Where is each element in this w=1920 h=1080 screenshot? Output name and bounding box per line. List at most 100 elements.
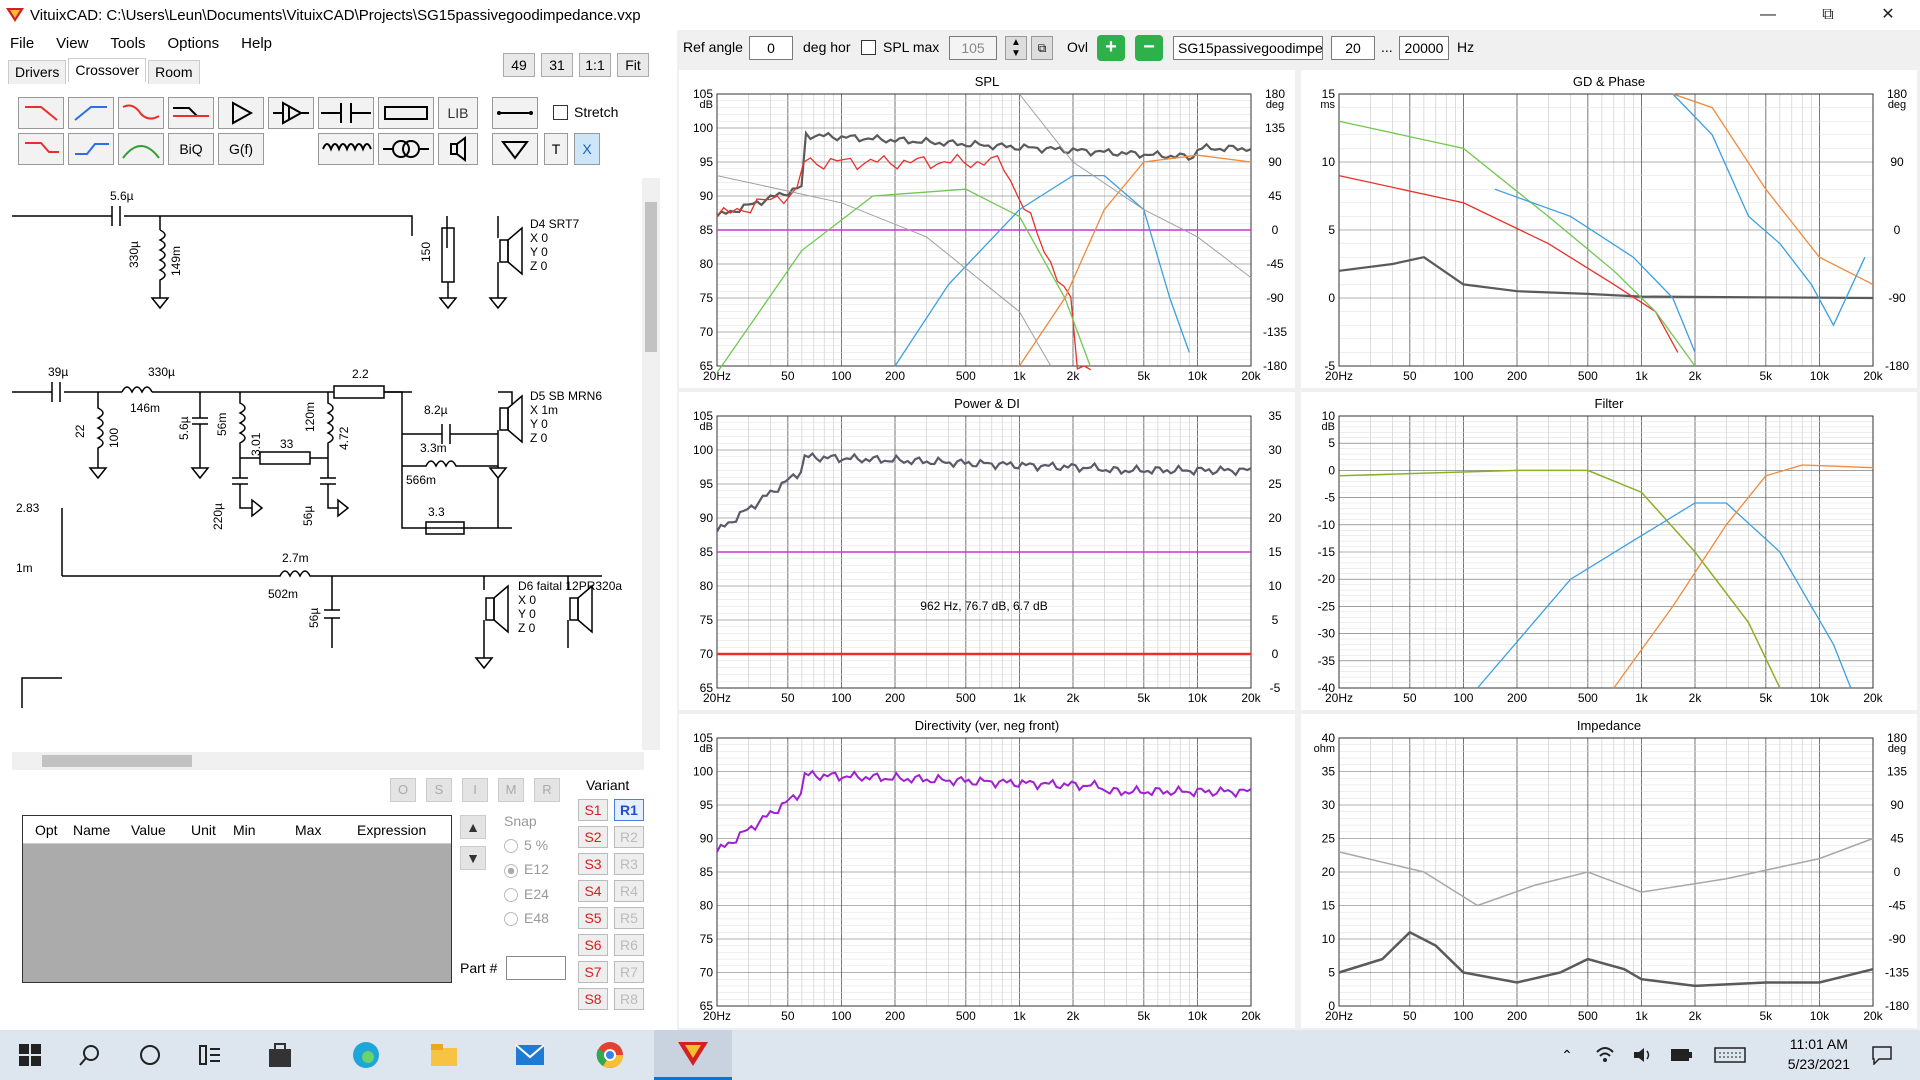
clock[interactable]: 11:01 AM 5/23/2021: [1788, 1034, 1850, 1074]
search-icon[interactable]: [62, 1030, 118, 1080]
directivity-chart[interactable]: Directivity (ver, neg front) 105 100 95 90 85…: [679, 714, 1295, 1028]
option-o-button[interactable]: O: [390, 778, 416, 802]
spl-fit-icon[interactable]: ⧉: [1031, 36, 1053, 60]
schematic-canvas[interactable]: 5.6µ 330µ 149m 150 D4 SRT7 X 0 Y 0 Z 0 3…: [12, 178, 644, 750]
stretch-checkbox-box[interactable]: [553, 104, 568, 120]
snap-5-radio[interactable]: 5 %: [504, 837, 549, 854]
spl-max-input[interactable]: 105: [949, 36, 997, 60]
freq-min-input[interactable]: 20: [1331, 36, 1375, 60]
variant-r7-button[interactable]: R7: [614, 961, 644, 983]
tab-room[interactable]: Room: [148, 60, 200, 84]
notifications-icon[interactable]: [1862, 1030, 1902, 1080]
notch-tool-button[interactable]: [118, 97, 164, 129]
wire-tool-button[interactable]: [492, 97, 538, 129]
snap-e24-radio[interactable]: E24: [504, 886, 549, 902]
schematic-horizontal-scrollbar[interactable]: [12, 752, 644, 770]
buffer-tool-button[interactable]: [218, 97, 264, 129]
spl-spin-icon[interactable]: ▲ ▼: [1005, 36, 1027, 60]
biq-button[interactable]: BiQ: [168, 133, 214, 165]
gd-plot[interactable]: GD & Phase15 18010 905 00 -90-5 -180ms deg20Hz…: [1301, 70, 1917, 388]
option-s-button[interactable]: S: [426, 778, 452, 802]
variant-s7-button[interactable]: S7: [578, 961, 608, 983]
zoom-1-1-button[interactable]: 1:1: [579, 53, 611, 77]
option-m-button[interactable]: M: [498, 778, 524, 802]
snap-e48-radio[interactable]: E48: [504, 910, 549, 927]
impedance-chart[interactable]: Impedance 40 180 35 135 30 90 25 45 20 0 15 -45 10 -90…: [1301, 714, 1917, 1028]
tab-crossover[interactable]: Crossover: [68, 58, 147, 82]
options-table[interactable]: Opt Name Value Unit Min Max Expression: [22, 815, 452, 983]
hscroll-thumb[interactable]: [42, 755, 192, 767]
variant-s4-button[interactable]: S4: [578, 880, 608, 902]
move-down-button[interactable]: ▼: [460, 846, 486, 870]
tray-chevron-icon[interactable]: ⌃: [1552, 1030, 1582, 1080]
menu-file[interactable]: File: [10, 35, 34, 52]
task-view-icon[interactable]: [182, 1030, 238, 1080]
variant-r8-button[interactable]: R8: [614, 988, 644, 1010]
option-r-button[interactable]: R: [534, 778, 560, 802]
file-explorer-icon[interactable]: [416, 1030, 472, 1080]
resistor-tool-button[interactable]: [378, 97, 434, 129]
lowpass-tool-button[interactable]: [18, 97, 64, 129]
tab-drivers[interactable]: Drivers: [8, 60, 67, 84]
variant-r6-button[interactable]: R6: [614, 934, 644, 956]
transformer-tool-button[interactable]: [378, 133, 434, 165]
variant-r1-button[interactable]: R1: [614, 799, 644, 821]
snap-e12-radio[interactable]: E12: [504, 861, 549, 878]
t-button[interactable]: T: [544, 133, 568, 165]
menu-view[interactable]: View: [56, 35, 88, 52]
keyboard-icon[interactable]: [1710, 1030, 1750, 1080]
mail-icon[interactable]: [502, 1030, 558, 1080]
restore-icon[interactable]: ⧉: [1800, 0, 1856, 30]
spl-chart[interactable]: SPL 105 180 100 135 95 90 90 45 85 0 80 -45 75 -90 70 -1…: [679, 70, 1295, 388]
zoom-49-button[interactable]: 49: [503, 53, 535, 77]
x-button[interactable]: X: [574, 133, 600, 165]
variant-s6-button[interactable]: S6: [578, 934, 608, 956]
overlay-name-input[interactable]: SG15passivegoodimpec: [1173, 36, 1323, 60]
bandpass-tool-button[interactable]: [118, 133, 164, 165]
add-overlay-icon[interactable]: +: [1097, 35, 1125, 61]
power-di-chart[interactable]: Power & DI 105 35 100 30 95 25 90 20 85 15 80 10 75 5 7…: [679, 392, 1295, 710]
stretch-checkbox[interactable]: Stretch: [553, 104, 618, 120]
variant-r4-button[interactable]: R4: [614, 880, 644, 902]
power-plot[interactable]: Power & DI105 35100 3095 2590 2085 1580 1075 57…: [679, 392, 1295, 710]
cortana-icon[interactable]: [122, 1030, 178, 1080]
chrome-icon[interactable]: [582, 1030, 638, 1080]
variant-s3-button[interactable]: S3: [578, 853, 608, 875]
variant-r3-button[interactable]: R3: [614, 853, 644, 875]
store-icon[interactable]: [252, 1030, 308, 1080]
menu-options[interactable]: Options: [167, 35, 219, 52]
filter-plot[interactable]: Filter1050-5-10-15-20-25-30-35-40dB20Hz 5…: [1301, 392, 1917, 710]
gf-button[interactable]: G(f): [218, 133, 264, 165]
lowpass2-tool-button[interactable]: [18, 133, 64, 165]
battery-icon[interactable]: [1666, 1030, 1696, 1080]
capacitor-tool-button[interactable]: [318, 97, 374, 129]
part-number-input[interactable]: [506, 956, 566, 980]
driver-tool-button[interactable]: [438, 133, 478, 165]
wifi-icon[interactable]: [1590, 1030, 1620, 1080]
gd-phase-chart[interactable]: GD & Phase 15 180 10 90 5 0 0 -90 -5 -180 ms deg 20Hz…: [1301, 70, 1917, 388]
zoom-fit-button[interactable]: Fit: [617, 53, 649, 77]
variant-s5-button[interactable]: S5: [578, 907, 608, 929]
menu-help[interactable]: Help: [241, 35, 272, 52]
imp-plot[interactable]: Impedance40 18035 13530 9025 4520 015 -4510 -90…: [1301, 714, 1917, 1028]
remove-overlay-icon[interactable]: −: [1135, 35, 1163, 61]
spl-plot[interactable]: SPL105 180100 13595 9090 4585 080 -4575 -9070 -1…: [679, 70, 1295, 388]
lib-button[interactable]: LIB: [438, 97, 478, 129]
highpass2-tool-button[interactable]: [68, 133, 114, 165]
minimize-icon[interactable]: —: [1740, 0, 1796, 30]
opamp-tool-button[interactable]: [268, 97, 314, 129]
shelf-tool-button[interactable]: [168, 97, 214, 129]
variant-s8-button[interactable]: S8: [578, 988, 608, 1010]
freq-max-input[interactable]: 20000: [1399, 36, 1449, 60]
dir-plot[interactable]: Directivity (ver, neg front)105100959085…: [679, 714, 1295, 1028]
variant-s1-button[interactable]: S1: [578, 799, 608, 821]
option-i-button[interactable]: I: [462, 778, 488, 802]
vituixcad-taskbar-icon[interactable]: [654, 1030, 732, 1080]
schematic-vertical-scrollbar[interactable]: [642, 178, 660, 750]
variant-s2-button[interactable]: S2: [578, 826, 608, 848]
volume-icon[interactable]: [1628, 1030, 1658, 1080]
menu-tools[interactable]: Tools: [110, 35, 145, 52]
ref-angle-input[interactable]: 0: [749, 36, 793, 60]
variant-r2-button[interactable]: R2: [614, 826, 644, 848]
ground-tool-button[interactable]: [492, 133, 538, 165]
